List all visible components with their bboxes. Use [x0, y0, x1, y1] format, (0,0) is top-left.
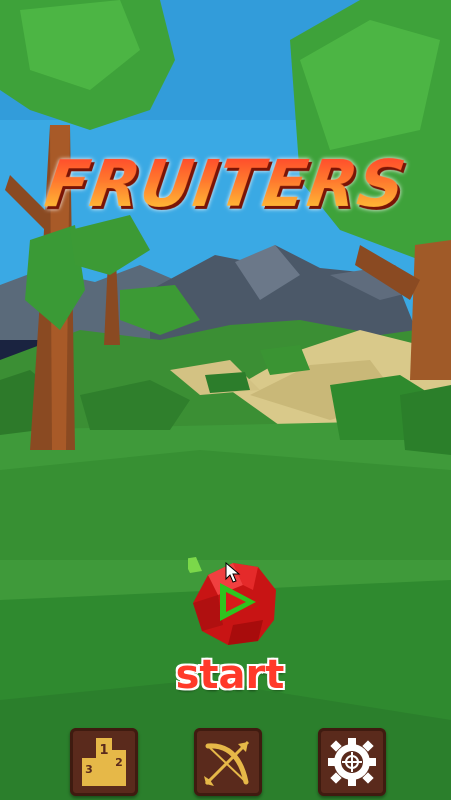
leaderboard-button[interactable]: 1 2 3 — [70, 728, 138, 796]
svg-text:1: 1 — [99, 743, 108, 758]
bow-arrow-icon — [204, 740, 250, 786]
bow-button[interactable] — [194, 728, 262, 796]
podium-icon: 1 2 3 — [82, 738, 126, 786]
start-label[interactable]: start — [160, 652, 300, 698]
svg-text:3: 3 — [85, 763, 93, 776]
svg-text:2: 2 — [115, 756, 123, 769]
settings-button[interactable] — [318, 728, 386, 796]
game-title: FRUITERS — [0, 148, 451, 222]
mouse-cursor-icon — [225, 562, 241, 583]
gear-icon — [328, 738, 376, 786]
